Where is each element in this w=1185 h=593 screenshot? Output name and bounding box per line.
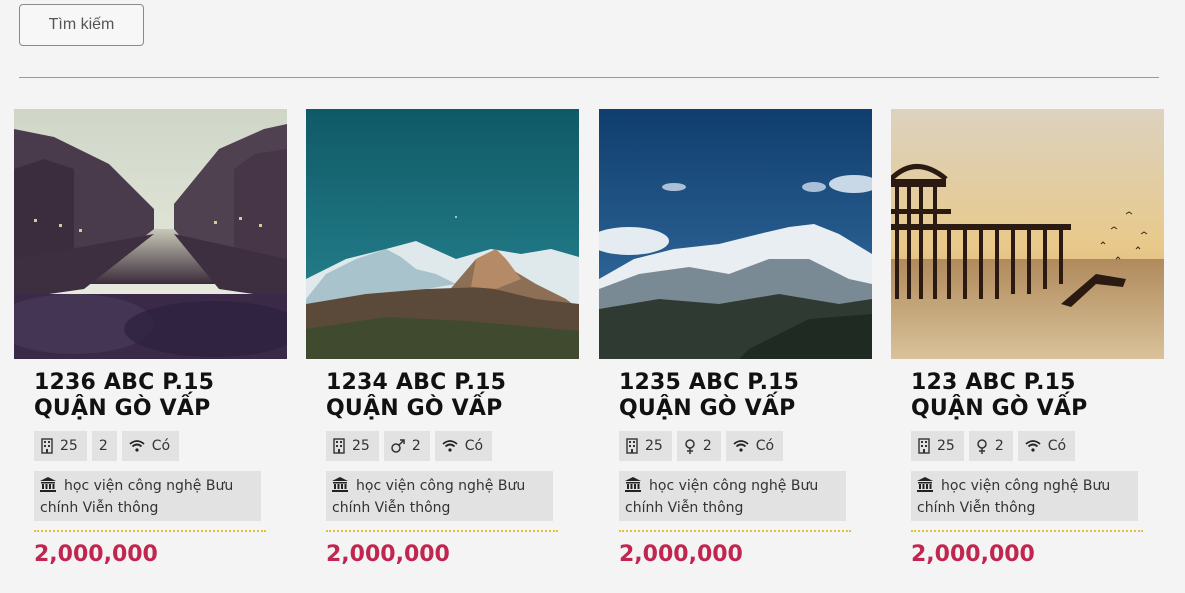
wifi-value: Có [464,438,484,454]
canal-city-photo[interactable] [14,109,287,359]
building-icon [333,438,345,454]
price: 2,000,000 [326,542,450,567]
place-text: học viện công nghệ Bưu chính Viễn thông [917,478,1111,516]
listing-card[interactable]: 1234 ABC P.15 QUẬN GÒ VẤP 25 2 Có học vi… [306,109,579,593]
listing-title[interactable]: 123 ABC P.15 QUẬN GÒ VẤP [911,370,1151,422]
mountain-teal-photo[interactable] [306,109,579,359]
area-value: 25 [645,438,663,454]
price: 2,000,000 [911,542,1035,567]
listing-card[interactable]: 1235 ABC P.15 QUẬN GÒ VẤP 25 2 Có học vi… [599,109,872,593]
people-feature: 2 [968,431,1013,461]
divider [19,77,1159,78]
nearby-place: học viện công nghệ Bưu chính Viễn thông [326,471,553,521]
search-button[interactable]: Tìm kiếm [19,4,144,46]
wifi-icon [442,440,458,452]
male-icon [391,439,405,453]
wifi-feature: Có [434,431,493,461]
institution-icon [40,477,56,498]
place-text: học viện công nghệ Bưu chính Viễn thông [625,478,819,516]
dotted-separator [34,530,266,532]
dotted-separator [326,530,558,532]
area-value: 25 [352,438,370,454]
people-value: 2 [411,438,421,454]
listing-card[interactable]: 123 ABC P.15 QUẬN GÒ VẤP 25 2 Có học việ… [891,109,1164,593]
price: 2,000,000 [619,542,743,567]
building-icon [918,438,930,454]
place-text: học viện công nghệ Bưu chính Viễn thông [40,478,234,516]
wifi-feature: Có [1017,431,1076,461]
female-icon [684,438,696,454]
area-value: 25 [60,438,78,454]
people-feature: 2 [91,431,117,461]
building-icon [626,438,638,454]
people-feature: 2 [676,431,721,461]
dotted-separator [619,530,851,532]
people-value: 2 [98,438,108,454]
area-feature: 25 [326,431,379,461]
place-text: học viện công nghệ Bưu chính Viễn thông [332,478,526,516]
female-icon [976,438,988,454]
nearby-place: học viện công nghệ Bưu chính Viễn thông [34,471,261,521]
area-feature: 25 [911,431,964,461]
wifi-icon [733,440,749,452]
institution-icon [625,477,641,498]
people-value: 2 [994,438,1004,454]
listing-title[interactable]: 1235 ABC P.15 QUẬN GÒ VẤP [619,370,859,422]
nearby-place: học viện công nghệ Bưu chính Viễn thông [911,471,1138,521]
listing-title[interactable]: 1236 ABC P.15 QUẬN GÒ VẤP [34,370,274,422]
wifi-icon [129,440,145,452]
area-feature: 25 [34,431,87,461]
wifi-value: Có [1047,438,1067,454]
wifi-feature: Có [121,431,180,461]
building-icon [41,438,53,454]
nearby-place: học viện công nghệ Bưu chính Viễn thông [619,471,846,521]
wifi-value: Có [755,438,775,454]
listing-card[interactable]: 1236 ABC P.15 QUẬN GÒ VẤP 25 2 Có học vi… [14,109,287,593]
area-value: 25 [937,438,955,454]
dotted-separator [911,530,1143,532]
pier-sunset-photo[interactable] [891,109,1164,359]
people-value: 2 [702,438,712,454]
listing-title[interactable]: 1234 ABC P.15 QUẬN GÒ VẤP [326,370,566,422]
mountain-blue-photo[interactable] [599,109,872,359]
wifi-icon [1025,440,1041,452]
price: 2,000,000 [34,542,158,567]
area-feature: 25 [619,431,672,461]
institution-icon [332,477,348,498]
people-feature: 2 [383,431,430,461]
wifi-value: Có [151,438,171,454]
institution-icon [917,477,933,498]
wifi-feature: Có [725,431,784,461]
